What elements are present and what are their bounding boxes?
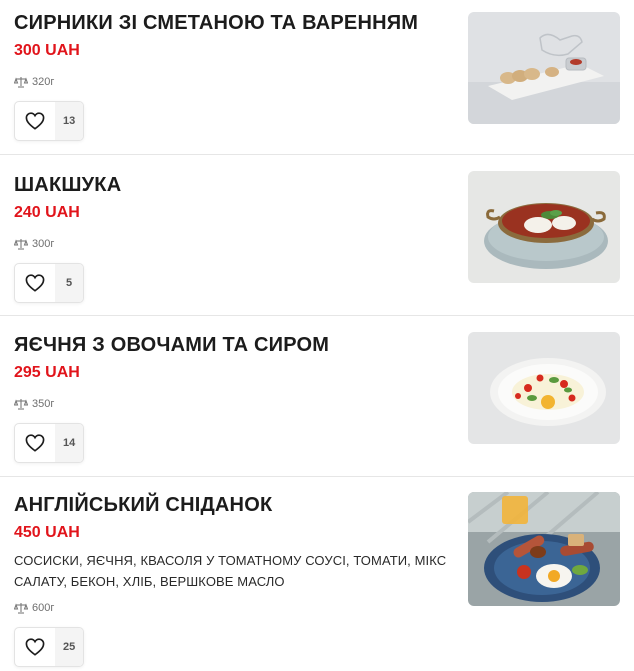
- menu-item-info: СИРНИКИ ЗІ СМЕТАНОЮ ТА ВАРЕННЯМ 300 UAH …: [14, 11, 454, 141]
- like-count: 25: [55, 628, 84, 666]
- menu-item[interactable]: АНГЛІЙСЬКИЙ СНІДАНОК 450 UAH СОСИСКИ, ЯЄ…: [0, 477, 634, 671]
- menu-list: СИРНИКИ ЗІ СМЕТАНОЮ ТА ВАРЕННЯМ 300 UAH …: [0, 0, 634, 671]
- omelette-photo[interactable]: [468, 332, 620, 444]
- heart-icon: [15, 628, 55, 666]
- heart-icon: [15, 424, 55, 462]
- heart-icon: [15, 102, 55, 140]
- scale-icon: [14, 238, 28, 250]
- syrniki-photo[interactable]: [468, 12, 620, 124]
- scale-icon: [14, 76, 28, 88]
- heart-icon: [15, 264, 55, 302]
- dish-weight: 320г: [14, 75, 454, 89]
- scale-icon: [14, 398, 28, 410]
- scale-icon: [14, 602, 28, 614]
- menu-item-info: ЯЄЧНЯ З ОВОЧАМИ ТА СИРОМ 295 UAH 350г 14: [14, 333, 454, 463]
- dish-title: СИРНИКИ ЗІ СМЕТАНОЮ ТА ВАРЕННЯМ: [14, 12, 419, 34]
- dish-price: 240 UAH: [14, 204, 80, 221]
- shakshuka-photo[interactable]: [468, 171, 620, 283]
- weight-value: 600г: [32, 602, 55, 614]
- weight-value: 320г: [32, 76, 55, 88]
- dish-weight: 300г: [14, 237, 454, 251]
- like-count: 5: [55, 264, 83, 302]
- like-count: 14: [55, 424, 84, 462]
- dish-title: АНГЛІЙСЬКИЙ СНІДАНОК: [14, 494, 273, 516]
- like-button[interactable]: 25: [14, 627, 85, 667]
- menu-item[interactable]: СИРНИКИ ЗІ СМЕТАНОЮ ТА ВАРЕННЯМ 300 UAH …: [0, 0, 634, 155]
- menu-item-info: ШАКШУКА 240 UAH 300г 5: [14, 173, 454, 303]
- dish-weight: 350г: [14, 397, 454, 411]
- menu-item-info: АНГЛІЙСЬКИЙ СНІДАНОК 450 UAH СОСИСКИ, ЯЄ…: [14, 493, 454, 667]
- weight-value: 350г: [32, 398, 55, 410]
- dish-weight: 600г: [14, 601, 454, 615]
- dish-title: ЯЄЧНЯ З ОВОЧАМИ ТА СИРОМ: [14, 334, 330, 356]
- like-button[interactable]: 14: [14, 423, 85, 463]
- like-count: 13: [55, 102, 84, 140]
- english-breakfast-photo[interactable]: [468, 492, 620, 606]
- dish-description: СОСИСКИ, ЯЄЧНЯ, КВАСОЛЯ У ТОМАТНОМУ СОУС…: [14, 553, 447, 589]
- menu-item[interactable]: ЯЄЧНЯ З ОВОЧАМИ ТА СИРОМ 295 UAH 350г 14: [0, 316, 634, 477]
- menu-item[interactable]: ШАКШУКА 240 UAH 300г 5: [0, 155, 634, 316]
- dish-title: ШАКШУКА: [14, 174, 122, 196]
- weight-value: 300г: [32, 238, 55, 250]
- dish-price: 300 UAH: [14, 42, 80, 59]
- dish-price: 450 UAH: [14, 524, 80, 541]
- dish-price: 295 UAH: [14, 364, 80, 381]
- like-button[interactable]: 5: [14, 263, 84, 303]
- like-button[interactable]: 13: [14, 101, 85, 141]
